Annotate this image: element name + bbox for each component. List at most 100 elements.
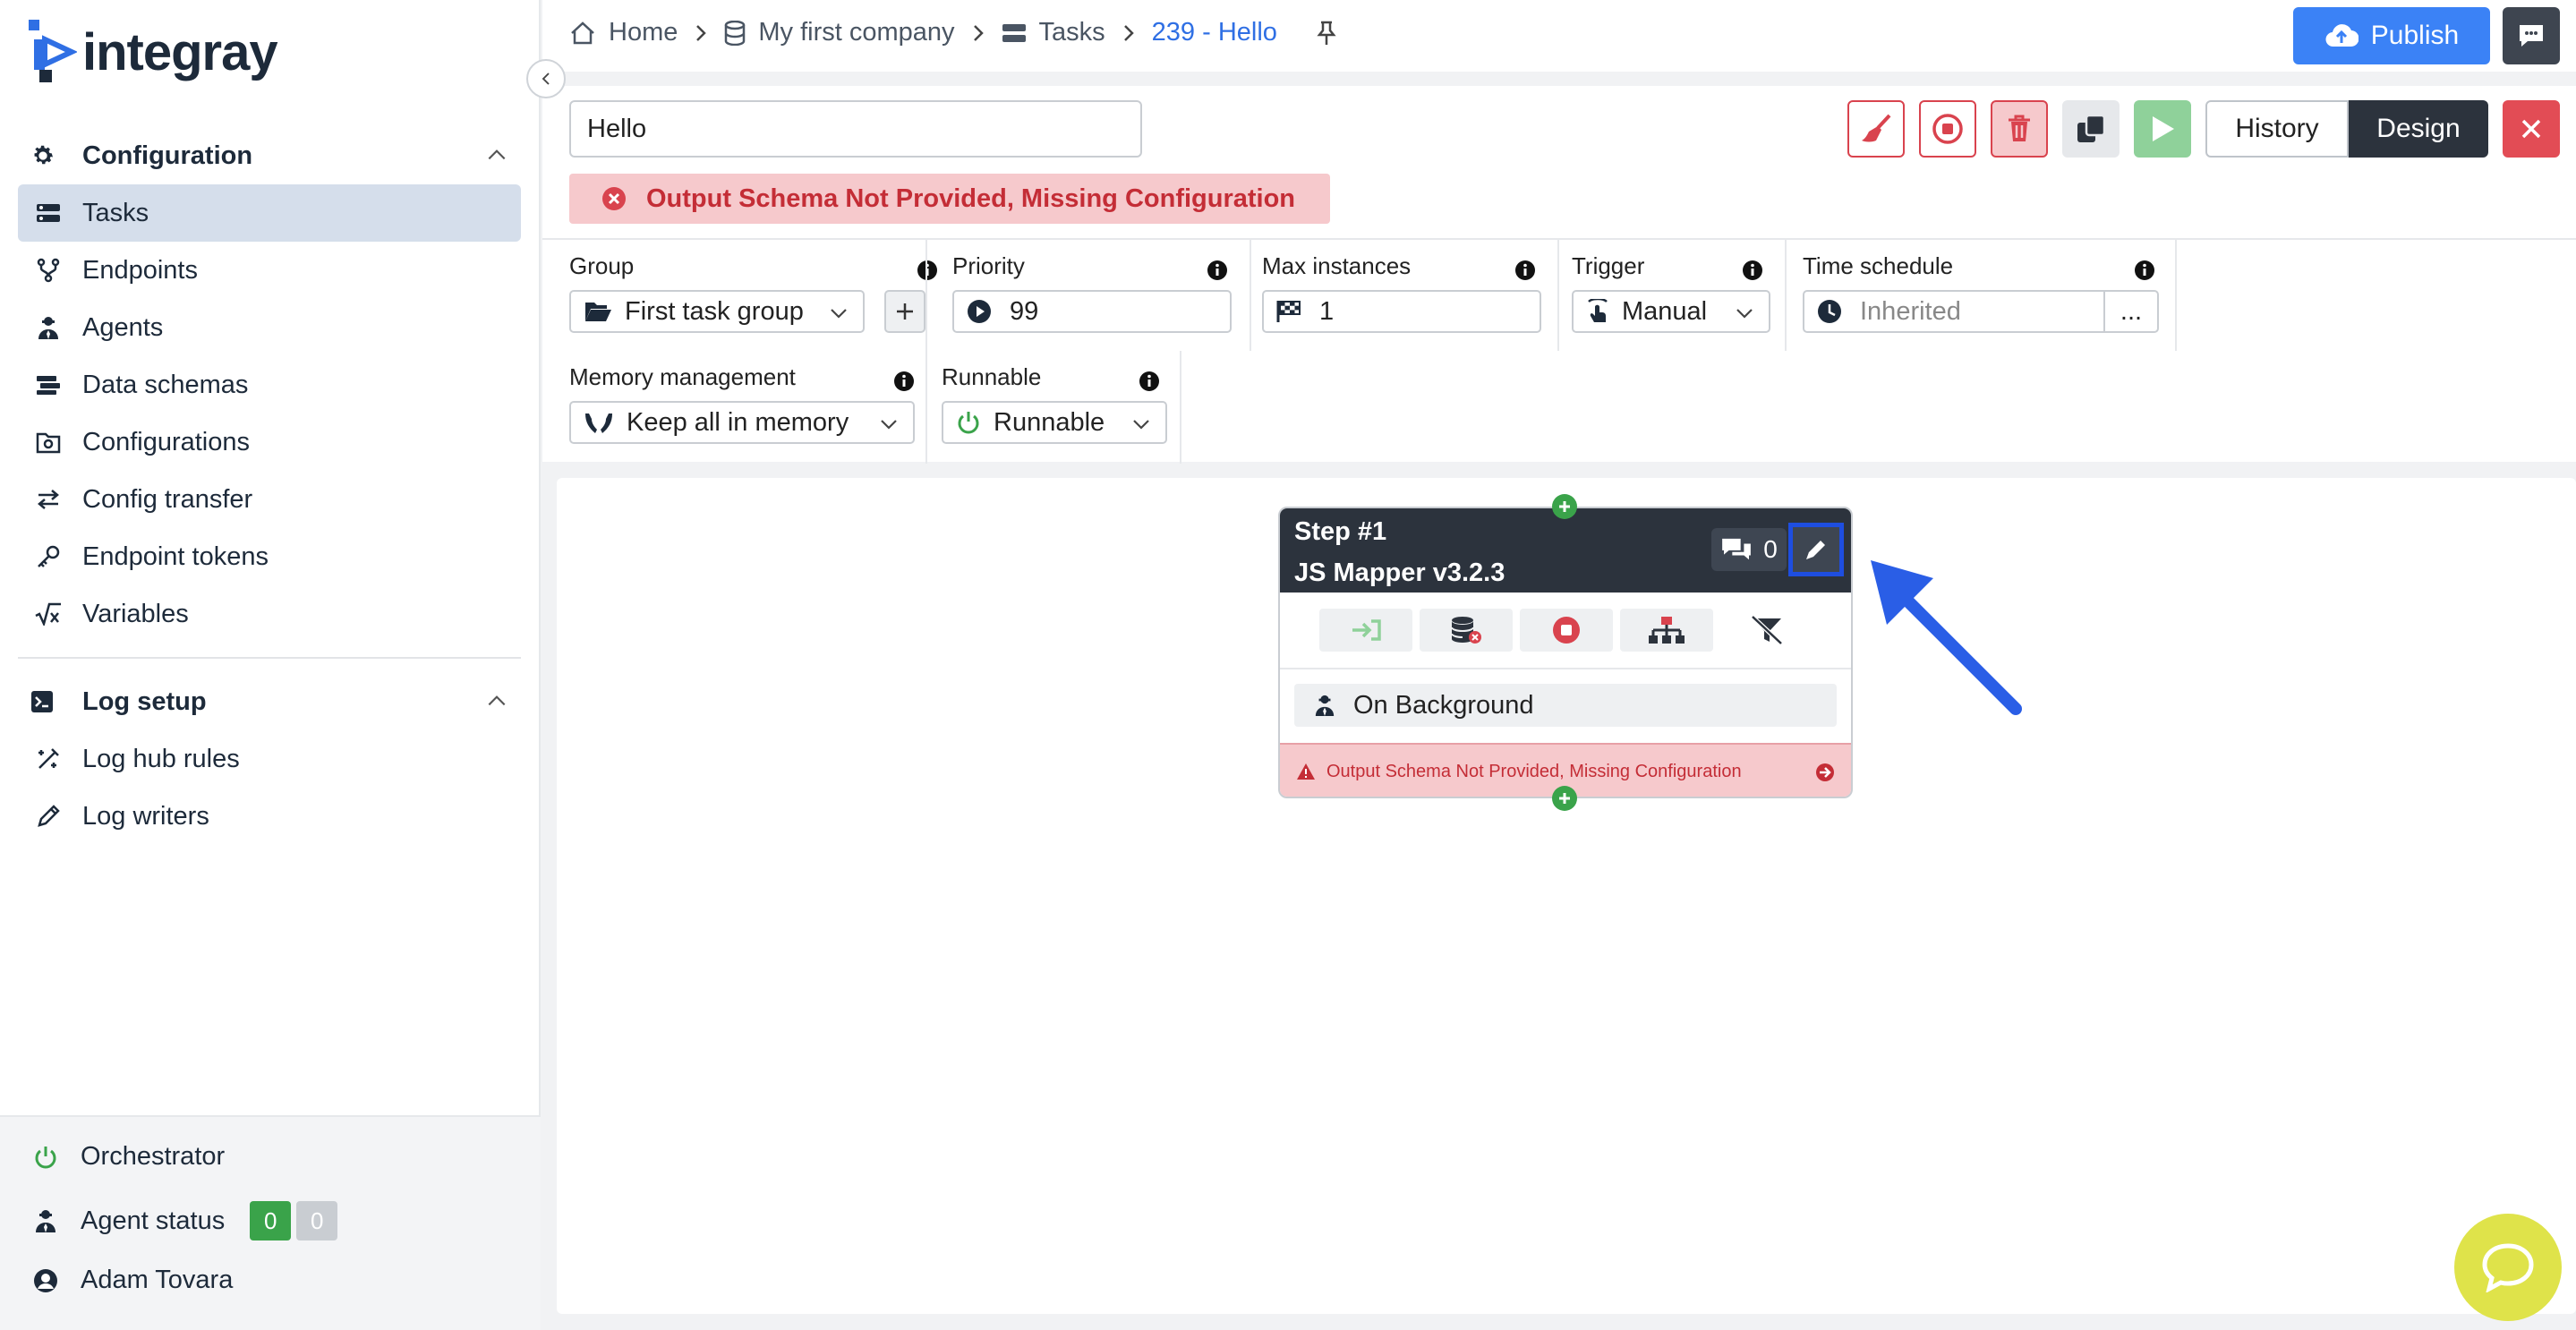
chevron-up-icon[interactable] [485,689,508,712]
sidebar-item-agents[interactable]: Agents [18,299,521,356]
nav-header-configuration[interactable]: Configuration [18,127,521,184]
add-step-before-button[interactable] [1552,494,1577,519]
task-name-input[interactable] [569,100,1142,158]
breadcrumb-current[interactable]: 239 - Hello [1152,18,1277,47]
close-icon [2521,118,2542,140]
time-schedule-input[interactable]: Inherited [1803,290,2105,333]
chevron-left-icon [538,71,554,87]
priority-input[interactable]: 99 [952,290,1232,333]
max-instances-input[interactable]: 1 [1262,290,1541,333]
sidebar-item-configurations[interactable]: Configurations [18,413,521,471]
group-value: First task group [625,296,804,326]
run-button[interactable] [2134,100,2191,158]
info-icon[interactable] [893,371,915,392]
delete-button[interactable] [1991,100,2048,158]
group-select[interactable]: First task group [569,290,865,333]
sidebar-item-config-transfer[interactable]: Config transfer [18,471,521,528]
nav-header-log-setup[interactable]: Log setup [18,673,521,730]
agent-status[interactable]: Agent status 0 0 [30,1201,338,1240]
step-agent-select[interactable]: On Background [1294,684,1837,727]
step-input-button[interactable] [1319,609,1412,652]
priority-value: 99 [1010,296,1039,326]
sidebar-item-endpoint-tokens[interactable]: Endpoint tokens [18,528,521,585]
sidebar-item-label: Tasks [82,198,149,227]
time-schedule-more-button[interactable]: ... [2103,290,2159,333]
annotation-arrow-icon [1871,560,2022,715]
field-runnable: Runnable Runnable [942,351,1176,464]
nav-log-setup: Log setup Log hub rules Log writers [18,673,521,845]
design-tab[interactable]: Design [2349,100,2488,158]
info-icon[interactable] [1207,260,1228,281]
field-label: Max instances [1262,252,1412,279]
memory-select[interactable]: Keep all in memory [569,401,915,444]
close-button[interactable] [2503,100,2560,158]
info-icon[interactable] [1139,371,1160,392]
stop-button[interactable] [1919,100,1976,158]
history-tab[interactable]: History [2205,100,2349,158]
pin-icon[interactable] [1317,21,1336,46]
sidebar-item-variables[interactable]: Variables [18,585,521,643]
chat-bubble-icon [2481,1242,2535,1292]
feedback-button[interactable] [2503,7,2560,64]
copy-icon [2076,114,2106,144]
step-card[interactable]: Step #1 JS Mapper v3.2.3 0 On Background [1278,507,1853,798]
variables-icon [30,602,66,626]
memory-value: Keep all in memory [627,407,849,437]
chevron-down-icon [1733,303,1756,324]
step-filter-button[interactable] [1720,609,1813,652]
chevron-down-icon [877,413,900,435]
sidebar-item-endpoints[interactable]: Endpoints [18,242,521,299]
step-hierarchy-button[interactable] [1620,609,1713,652]
sidebar-collapse-button[interactable] [526,59,566,98]
pen-icon [30,804,66,829]
breadcrumb-company[interactable]: My first company [758,18,954,47]
field-divider [925,240,927,351]
step-data-button[interactable] [1420,609,1513,652]
nav-configuration: Configuration Tasks Endpoints Agents Dat… [18,127,521,643]
arrow-circle-right-icon[interactable] [1815,763,1835,782]
logo[interactable]: integray [27,20,278,84]
endpoints-icon [30,258,66,283]
log-rules-icon [30,746,66,772]
step-edit-button[interactable] [1788,523,1844,576]
add-group-button[interactable] [884,290,925,333]
chevron-up-icon[interactable] [485,143,508,166]
breadcrumb-home[interactable]: Home [609,18,678,47]
trigger-select[interactable]: Manual [1572,290,1770,333]
duplicate-button[interactable] [2062,100,2120,158]
nav-header-label: Configuration [82,141,253,170]
stop-circle-icon [1552,616,1581,644]
chevron-right-icon [1122,23,1136,43]
user-profile[interactable]: Adam Tovara [30,1266,233,1295]
field-divider [1557,240,1559,351]
tasks-icon [30,202,66,224]
sidebar-item-data-schemas[interactable]: Data schemas [18,356,521,413]
sidebar-item-tasks[interactable]: Tasks [18,184,521,242]
sidebar-item-log-writers[interactable]: Log writers [18,788,521,845]
home-icon [569,21,596,46]
info-icon[interactable] [1742,260,1763,281]
info-icon[interactable] [917,260,938,281]
field-trigger: Trigger Manual [1572,240,1772,351]
power-icon [956,410,981,435]
runnable-select[interactable]: Runnable [942,401,1167,444]
publish-button[interactable]: Publish [2293,7,2490,64]
filter-off-icon [1751,616,1783,644]
pencil-icon [1804,537,1829,562]
trash-icon [2007,115,2032,143]
info-icon[interactable] [1514,260,1536,281]
clean-button[interactable] [1847,100,1905,158]
step-comments-button[interactable]: 0 [1711,528,1787,571]
sidebar-item-label: Data schemas [82,370,249,399]
breadcrumb-tasks[interactable]: Tasks [1039,18,1105,47]
sidebar-item-log-hub-rules[interactable]: Log hub rules [18,730,521,788]
step-stop-button[interactable] [1520,609,1613,652]
add-step-after-button[interactable] [1552,786,1577,811]
key-icon [30,544,66,569]
help-chat-button[interactable] [2454,1214,2562,1321]
sidebar-item-label: Config transfer [82,484,253,514]
info-icon[interactable] [2134,260,2155,281]
breadcrumb: Home My first company Tasks 239 - Hello [569,18,1336,47]
orchestrator-label: Orchestrator [81,1142,226,1171]
orchestrator-status[interactable]: Orchestrator [30,1142,225,1172]
